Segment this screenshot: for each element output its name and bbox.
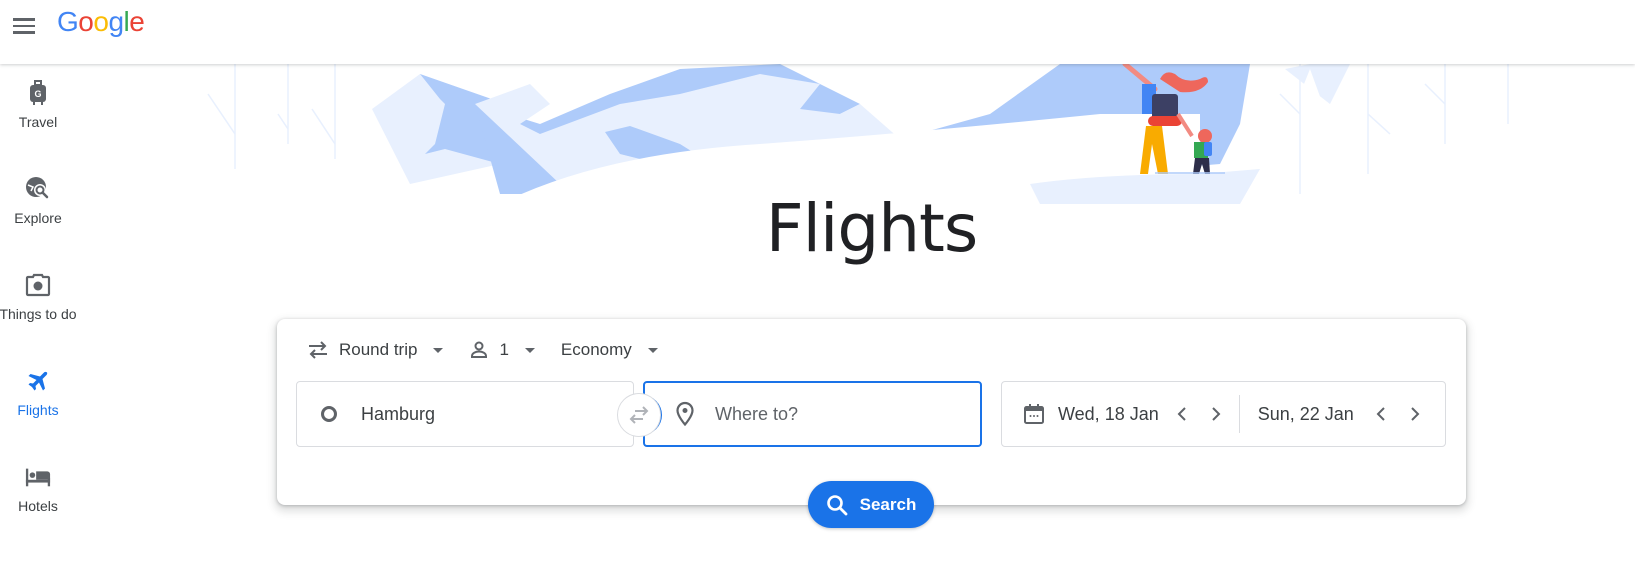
logo-letter: e <box>129 6 145 37</box>
logo-letter: o <box>78 6 94 37</box>
sidebar-nav: G Travel Explore Things to do Flights Ho… <box>0 64 77 566</box>
depart-date-next-button[interactable] <box>1199 397 1233 431</box>
return-date-next-button[interactable] <box>1398 397 1432 431</box>
calendar-icon <box>1024 404 1044 424</box>
destination-field[interactable] <box>643 381 982 447</box>
cabin-class-select[interactable]: Economy <box>551 333 668 367</box>
sidebar-item-label: Flights <box>17 402 59 418</box>
svg-text:G: G <box>34 89 41 99</box>
search-button-label: Search <box>859 494 917 514</box>
chevron-down-icon <box>647 347 658 353</box>
menu-line <box>13 24 35 28</box>
page-title-text: Flights <box>765 190 979 267</box>
search-options-row: Round trip 1 Economy <box>297 333 668 367</box>
logo-letter: G <box>57 6 79 37</box>
return-date-prev-button[interactable] <box>1364 397 1398 431</box>
trees-left-illustration <box>207 64 336 169</box>
chevron-left-icon <box>1177 407 1186 421</box>
cabin-class-value: Economy <box>560 340 632 359</box>
chevron-right-icon <box>1411 407 1420 421</box>
chevron-right-icon <box>1212 407 1221 421</box>
page-title: Flights <box>0 190 1635 267</box>
search-icon <box>826 494 848 515</box>
location-pin-icon <box>676 401 694 427</box>
destination-input[interactable] <box>715 403 955 425</box>
return-date-value[interactable]: Sun, 22 Jan <box>1258 404 1354 425</box>
swap-arrows-icon <box>629 406 649 424</box>
logo-letter: g <box>108 6 124 37</box>
chevron-down-icon <box>524 347 535 353</box>
chevron-left-icon <box>1376 407 1385 421</box>
airplane-icon <box>25 368 51 394</box>
luggage-icon: G <box>25 80 51 106</box>
sidebar-item-travel[interactable]: G Travel <box>0 64 76 154</box>
main-menu-button[interactable] <box>8 10 40 42</box>
date-range-field: Wed, 18 Jan Sun, 22 Jan <box>1001 381 1446 447</box>
menu-line <box>13 31 35 34</box>
sidebar-item-label: Hotels <box>18 498 58 514</box>
logo-letter: o <box>93 6 109 37</box>
depart-date-segment: Wed, 18 Jan <box>1002 382 1233 446</box>
top-app-bar: Google <box>0 0 1635 64</box>
origin-field[interactable] <box>296 381 634 447</box>
sidebar-item-things-to-do[interactable]: Things to do <box>0 256 77 346</box>
sidebar-item-label: Things to do <box>0 306 77 322</box>
round-trip-icon <box>309 341 327 359</box>
trip-type-select[interactable]: Round trip <box>297 333 453 367</box>
passengers-value: 1 <box>499 340 509 359</box>
depart-date-prev-button[interactable] <box>1165 397 1199 431</box>
origin-input[interactable] <box>361 403 601 425</box>
trip-type-value: Round trip <box>339 340 418 359</box>
date-divider <box>1238 395 1240 433</box>
swap-locations-button[interactable] <box>617 393 661 437</box>
flight-search-form: Round trip 1 Economy Wed, 18 Jan <box>277 319 1466 505</box>
search-button[interactable]: Search <box>808 481 934 528</box>
hamburger-menu-icon <box>13 18 35 21</box>
google-logo[interactable]: Google <box>57 6 145 38</box>
bed-icon <box>25 464 51 490</box>
person-icon <box>471 341 488 358</box>
chevron-down-icon <box>433 347 444 353</box>
camera-icon <box>25 272 51 298</box>
sidebar-item-flights[interactable]: Flights <box>0 352 76 442</box>
origin-circle-icon <box>321 406 337 422</box>
sidebar-item-hotels[interactable]: Hotels <box>0 448 76 538</box>
hero-illustration <box>200 64 1535 204</box>
passengers-select[interactable]: 1 <box>459 333 544 367</box>
sidebar-item-label: Travel <box>18 114 58 130</box>
depart-date-value[interactable]: Wed, 18 Jan <box>1058 404 1159 425</box>
return-date-segment: Sun, 22 Jan <box>1254 382 1432 446</box>
